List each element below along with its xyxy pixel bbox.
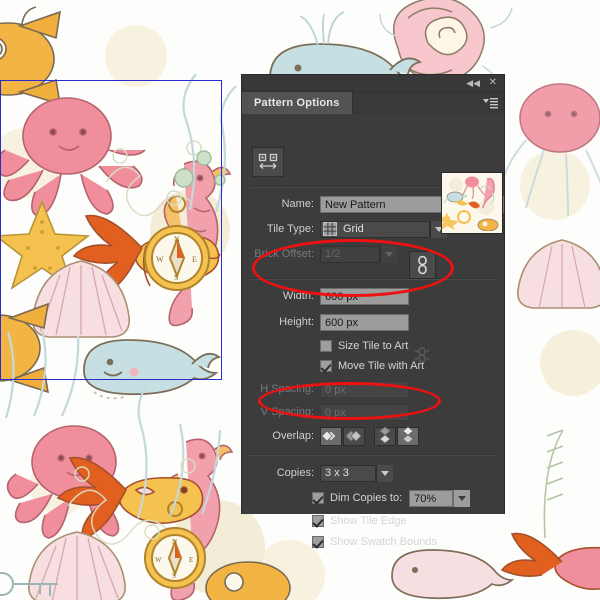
tab-pattern-options[interactable]: Pattern Options xyxy=(242,92,353,114)
chevron-down-icon[interactable] xyxy=(453,489,471,507)
close-icon[interactable]: ✕ xyxy=(489,77,497,89)
show-swatch-bounds-label: Show Swatch Bounds xyxy=(330,536,438,548)
motif-submarine xyxy=(200,548,310,600)
svg-text:S: S xyxy=(172,572,176,580)
chevron-down-icon[interactable] xyxy=(376,464,393,482)
overlap-right-in-front-button[interactable] xyxy=(343,426,365,446)
width-label: Width: xyxy=(282,290,314,302)
pattern-options-panel[interactable]: ◀◀ ✕ Pattern Options Name: New Pattern T… xyxy=(242,75,504,548)
panel-titlebar: ◀◀ ✕ xyxy=(242,75,504,92)
overlap-label: Overlap: xyxy=(272,430,314,442)
tile-type-dropdown[interactable]: Grid xyxy=(320,220,447,238)
svg-text:N: N xyxy=(174,235,180,244)
show-tile-edge-checkbox[interactable] xyxy=(312,515,324,527)
pattern-swatch-thumbnail xyxy=(441,172,503,234)
svg-text:E: E xyxy=(192,255,197,264)
v-spacing-input: 0 px xyxy=(320,403,409,421)
chevron-down-icon xyxy=(380,245,397,263)
pattern-swirl xyxy=(4,329,80,419)
height-input[interactable]: 600 px xyxy=(320,313,409,331)
pattern-bubbles xyxy=(174,150,226,188)
dim-copies-value[interactable]: 70% xyxy=(409,489,454,507)
width-input[interactable]: 600 px xyxy=(320,287,409,305)
pattern-blob xyxy=(105,25,167,87)
svg-text:W: W xyxy=(156,255,164,264)
overlap-left-in-front-button[interactable] xyxy=(320,426,342,446)
h-spacing-label: H Spacing: xyxy=(260,383,314,395)
pattern-scribble xyxy=(67,458,196,545)
svg-text:S: S xyxy=(174,273,178,282)
grid-tile-icon xyxy=(323,222,337,236)
name-label: Name: xyxy=(281,198,314,210)
tile-type-label: Tile Type: xyxy=(266,223,314,235)
dim-copies-dropdown[interactable]: 70% xyxy=(409,489,471,507)
overlap-top-in-front-button[interactable] xyxy=(397,426,419,446)
constrain-proportions-chain-link-icon[interactable] xyxy=(409,251,436,279)
show-tile-edge-label: Show Tile Edge xyxy=(330,515,407,527)
edit-pattern-tile-size-icon[interactable] xyxy=(252,147,284,177)
pattern-seaweed xyxy=(543,429,564,539)
size-tile-to-art-label: Size Tile to Art xyxy=(338,340,409,352)
spacing-chain-link-disabled-icon xyxy=(411,345,433,365)
tile-type-value: Grid xyxy=(343,222,364,235)
dim-copies-checkbox[interactable] xyxy=(312,492,324,504)
pattern-key xyxy=(0,572,58,596)
panel-tab-bar: Pattern Options xyxy=(242,92,504,114)
copies-label: Copies: xyxy=(276,467,314,479)
copies-value: 3 x 3 xyxy=(320,464,376,482)
motif-octopus xyxy=(500,78,600,228)
overlap-bottom-in-front-button[interactable] xyxy=(374,426,396,446)
move-tile-with-art-checkbox[interactable] xyxy=(320,360,332,372)
size-tile-to-art-checkbox[interactable] xyxy=(320,340,332,352)
v-spacing-label: V Spacing: xyxy=(260,406,314,418)
brick-offset-dropdown: 1/2 xyxy=(320,245,397,263)
height-label: Height: xyxy=(279,316,314,328)
copies-dropdown[interactable]: 3 x 3 xyxy=(320,464,393,482)
brick-offset-label: Brick Offset: xyxy=(254,248,314,260)
dim-copies-label: Dim Copies to: xyxy=(330,492,403,504)
show-swatch-bounds-checkbox[interactable] xyxy=(312,536,324,548)
brick-offset-value: 1/2 xyxy=(320,245,380,263)
collapse-double-arrow-icon[interactable]: ◀◀ xyxy=(466,77,480,89)
motif-seashell xyxy=(512,236,600,316)
h-spacing-input: 0 px xyxy=(320,380,409,398)
panel-flyout-menu-icon[interactable] xyxy=(482,96,498,110)
